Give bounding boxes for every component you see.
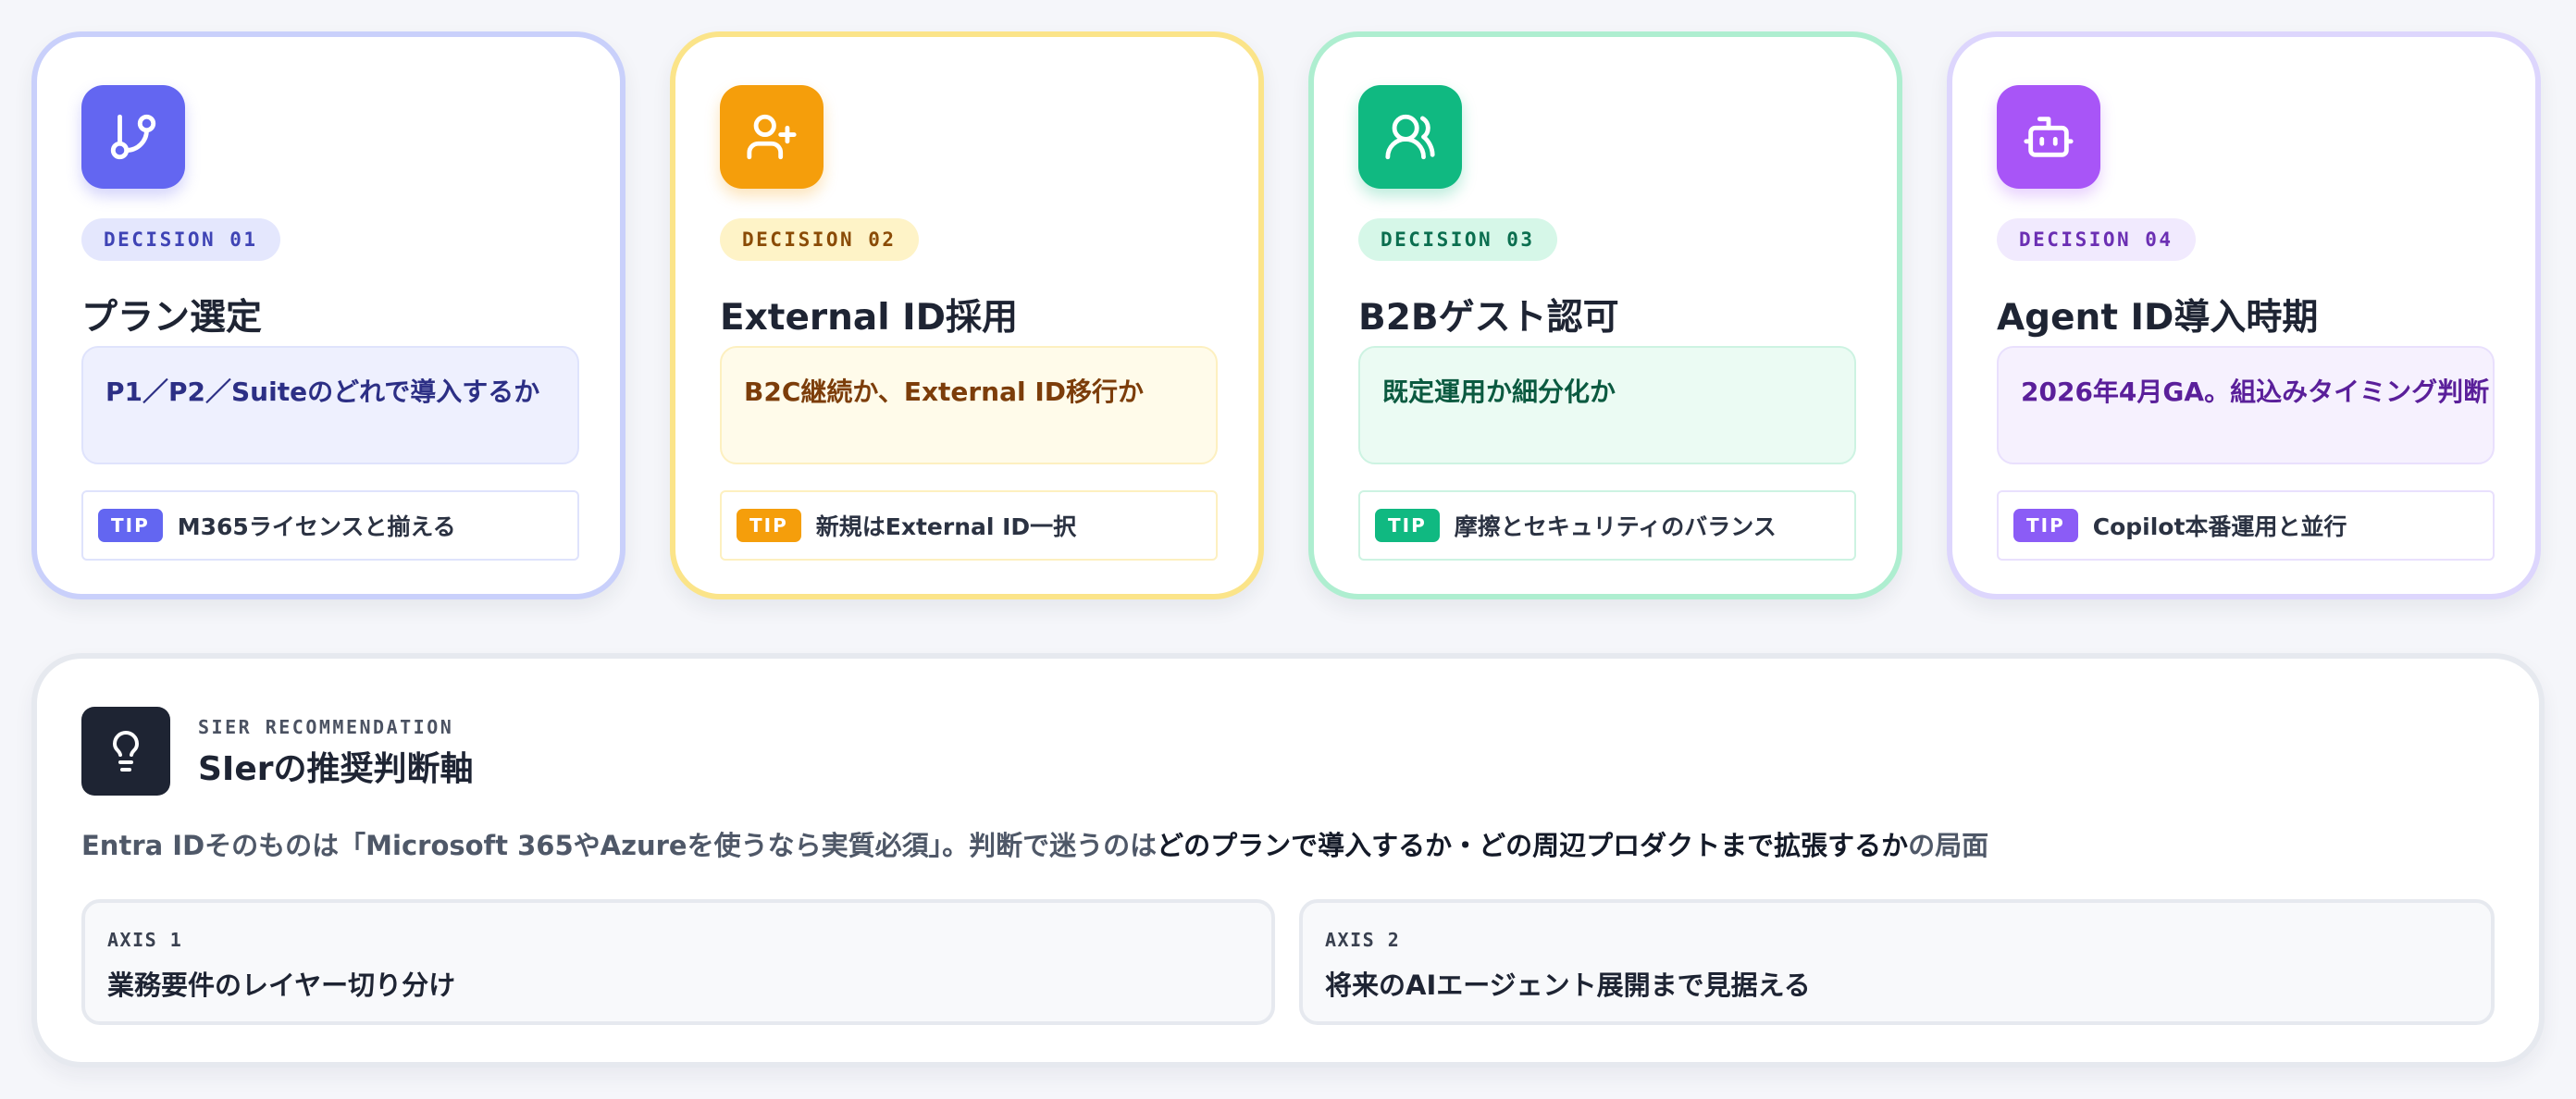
recommendation-title: SIerの推奨判断軸: [198, 750, 474, 788]
summary-suffix: の局面: [1908, 830, 1989, 861]
decision-card-b2b-guest: DECISION 03 B2Bゲスト認可 既定運用か細分化か TIP 摩擦とセキ…: [1308, 31, 1902, 599]
decision-question: P1／P2／Suiteのどれで導入するか: [81, 346, 579, 464]
tip-text: Copilot本番運用と並行: [2092, 513, 2347, 540]
tip-text: M365ライセンスと揃える: [177, 513, 456, 540]
axis-card: AXIS 1 業務要件のレイヤー切り分け: [81, 899, 1275, 1025]
decision-card-plan: DECISION 01 プラン選定 P1／P2／Suiteのどれで導入するか T…: [31, 31, 625, 599]
decision-card-agent-id: DECISION 04 Agent ID導入時期 2026年4月GA。組込みタイ…: [1947, 31, 2541, 599]
git-branch-icon: [81, 85, 185, 189]
decision-question: B2C継続か、External ID移行か: [720, 346, 1218, 464]
tip-label: TIP: [2013, 509, 2078, 542]
tip-text: 新規はExternal ID一択: [815, 513, 1077, 540]
tip-label: TIP: [1375, 509, 1440, 542]
summary-emphasis: どのプランで導入するか・どの周辺プロダクトまで拡張するか: [1157, 830, 1909, 861]
decision-title: B2Bゲスト認可: [1358, 297, 1619, 339]
tip-text: 摩擦とセキュリティのバランス: [1454, 513, 1777, 540]
decision-title: プラン選定: [81, 297, 263, 339]
tip-row: TIP 新規はExternal ID一択: [720, 490, 1218, 561]
tip-row: TIP M365ライセンスと揃える: [81, 490, 579, 561]
user-plus-icon: [720, 85, 824, 189]
decision-badge: DECISION 01: [81, 218, 280, 261]
tip-label: TIP: [737, 509, 801, 542]
tip-row: TIP 摩擦とセキュリティのバランス: [1358, 490, 1856, 561]
tip-label: TIP: [98, 509, 163, 542]
tip-row: TIP Copilot本番運用と並行: [1997, 490, 2495, 561]
lightbulb-icon: [81, 707, 170, 796]
decision-badge: DECISION 03: [1358, 218, 1557, 261]
sier-recommendation-panel: SIER RECOMMENDATION SIerの推奨判断軸 Entra IDそ…: [31, 653, 2545, 1068]
decision-question: 既定運用か細分化か: [1358, 346, 1856, 464]
summary-prefix: Entra IDそのものは「Microsoft 365やAzureを使うなら実質…: [81, 830, 1158, 861]
decision-badge: DECISION 04: [1997, 218, 2196, 261]
bot-icon: [1997, 85, 2100, 189]
decision-title: Agent ID導入時期: [1997, 297, 2319, 339]
recommendation-kicker: SIER RECOMMENDATION: [198, 716, 454, 738]
axis-label: AXIS 1: [107, 929, 183, 951]
axis-label: AXIS 2: [1325, 929, 1401, 951]
axis-text: 業務要件のレイヤー切り分け: [107, 969, 456, 1001]
decision-title: External ID採用: [720, 297, 1019, 339]
axis-card: AXIS 2 将来のAIエージェント展開まで見据える: [1299, 899, 2495, 1025]
decision-card-external-id: DECISION 02 External ID採用 B2C継続か、Externa…: [670, 31, 1264, 599]
recommendation-summary: Entra IDそのものは「Microsoft 365やAzureを使うなら実質…: [81, 829, 1988, 864]
decision-badge: DECISION 02: [720, 218, 919, 261]
axis-text: 将来のAIエージェント展開まで見据える: [1325, 969, 1811, 1001]
users-icon: [1358, 85, 1462, 189]
decision-question: 2026年4月GA。組込みタイミング判断: [1997, 346, 2495, 464]
